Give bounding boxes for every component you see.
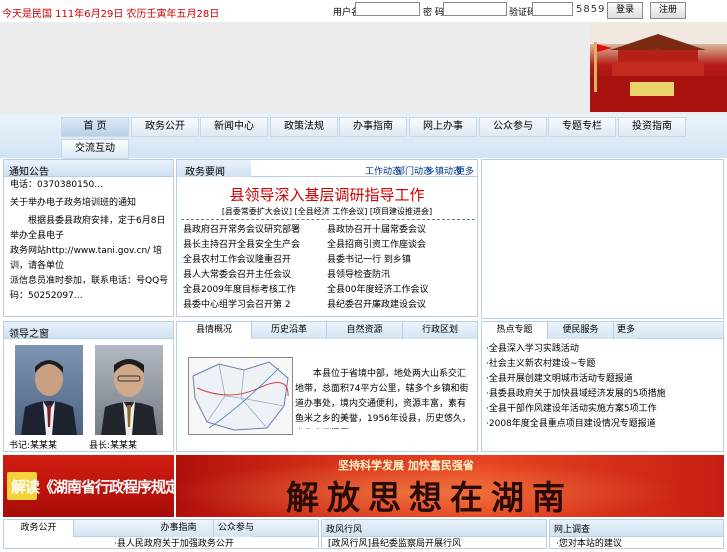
- hotlist-item[interactable]: ·县委县政府关于加快县域经济发展的5项措施: [486, 387, 721, 402]
- hotlist-list: ·全县深入学习实践活动 ·社会主义新农村建设~专题 ·全县开展创建文明城市活动专…: [486, 342, 721, 432]
- news-item[interactable]: 县委中心组学习会召开第 2: [183, 298, 323, 313]
- leader-portrait-2: [101, 359, 157, 435]
- nav-topics[interactable]: 专题专栏: [548, 117, 616, 137]
- nav-gov-affairs[interactable]: 政务公开: [131, 117, 199, 137]
- notice-header: 通知公告: [4, 160, 173, 178]
- bottom-left-tabs: 政务公开 办事指南 公众参与: [4, 520, 318, 537]
- bottom-right-header: 网上调查: [550, 520, 723, 537]
- tab-bottom-gov[interactable]: 政务公开: [4, 520, 74, 537]
- hotlist-panel: 热点专题 便民服务 更多 ·全县深入学习实践活动 ·社会主义新农村建设~专题 ·…: [481, 321, 724, 452]
- tab-bottom-guide[interactable]: 办事指南: [144, 520, 214, 537]
- leaders-title: 领导之窗: [9, 329, 49, 340]
- news-item[interactable]: 县人大常委会召开主任会议: [183, 268, 323, 283]
- nav-news-center[interactable]: 新闻中心: [200, 117, 268, 137]
- nav-interaction[interactable]: 交流互动: [61, 139, 129, 159]
- date-text: 今天是民国 111年6月29日 农历壬寅年五月28日: [2, 9, 220, 20]
- news-item[interactable]: 县领导检查防汛: [327, 268, 473, 283]
- tab-hot-topics[interactable]: 热点专题: [482, 322, 548, 339]
- password-input[interactable]: [443, 2, 507, 16]
- tab-districts[interactable]: 行政区划: [403, 322, 477, 339]
- hotlist-item[interactable]: ·2008年度全县重点项目建设情况专题报道: [486, 417, 721, 432]
- regulation-banner[interactable]: 解读《湖南省行政程序规定》: [3, 455, 174, 517]
- slogan-banner-title: 解放思想在湖南: [286, 478, 573, 517]
- tiananmen-graphic: [590, 22, 727, 112]
- hotlist-item[interactable]: ·全县干部作风建设年活动实施方案5项工作: [486, 402, 721, 417]
- news-item[interactable]: 县政协召开十届常委会议: [327, 223, 473, 238]
- county-map-graphic: [192, 361, 289, 431]
- news-item[interactable]: 县纪委召开廉政建设会议: [327, 298, 473, 313]
- hotlist-more-link[interactable]: 更多: [614, 322, 638, 339]
- news-title-tab[interactable]: 政务要闻: [177, 160, 251, 178]
- notice-panel: 通知公告 电话：0370380150… 关于举办电子政务培训班的通知 根据县委县…: [3, 159, 174, 317]
- notice-line[interactable]: 关于举办电子政务培训班的通知: [10, 196, 170, 211]
- leaders-header: 领导之窗: [4, 322, 173, 340]
- tiananmen-image: [590, 22, 727, 112]
- login-button[interactable]: 登录: [607, 2, 643, 19]
- hotlist-item[interactable]: ·全县深入学习实践活动: [486, 342, 721, 357]
- news-list-right: 县政协召开十届常委会议 全县招商引资工作座谈会 县委书记一行 到乡镇 县领导检查…: [327, 223, 473, 313]
- news-item[interactable]: 县长主持召开全县安全生产会: [183, 238, 323, 253]
- bottom-mid-header: 政风行风: [322, 520, 546, 537]
- news-item[interactable]: 全县2009年度目标考核工作: [183, 283, 323, 298]
- hotlist-item[interactable]: ·社会主义新农村建设~专题: [486, 357, 721, 372]
- overview-panel: 县情概况 历史沿革 自然资源 行政区划 本县位于省境中部，地处两大山系交汇地带，…: [176, 321, 478, 452]
- news-headline[interactable]: 县领导深入基层调研指导工作: [177, 184, 477, 205]
- leader-photo-1[interactable]: [15, 345, 83, 435]
- tab-history[interactable]: 历史沿革: [252, 322, 327, 339]
- bottom-mid-title: 政风行风: [326, 525, 363, 535]
- leader-photo-2[interactable]: [95, 345, 163, 435]
- news-title: 政务要闻: [185, 167, 225, 178]
- nav-policies[interactable]: 政策法规: [270, 117, 338, 137]
- nav-participation[interactable]: 公众参与: [479, 117, 547, 137]
- leader-caption-1[interactable]: 书记:某某某: [9, 438, 57, 451]
- notice-line[interactable]: 政务网站http://www.tani.gov.cn/ 培训，请各单位: [10, 244, 170, 274]
- hotlist-tabs: 热点专题 便民服务 更多: [482, 322, 723, 339]
- username-input[interactable]: [355, 2, 420, 16]
- media-panel: [481, 159, 724, 319]
- notice-line[interactable]: 根据县委县政府安排，定于6月8日举办全县电子: [10, 214, 170, 244]
- captcha-code: 5859: [576, 4, 606, 15]
- hotlist-item[interactable]: ·全县开展创建文明城市活动专题报道: [486, 372, 721, 387]
- regulation-banner-text: 解读《湖南省行政程序规定》: [11, 478, 174, 496]
- tab-convenience[interactable]: 便民服务: [548, 322, 614, 339]
- news-more-link[interactable]: 更多: [456, 164, 474, 177]
- slogan-banner[interactable]: 坚持科学发展 加快富民强省 解放思想在湖南: [176, 455, 724, 517]
- news-item[interactable]: 全县农村工作会议隆重召开: [183, 253, 323, 268]
- overview-tabs: 县情概况 历史沿革 自然资源 行政区划: [177, 322, 477, 339]
- nav-home[interactable]: 首 页: [61, 117, 129, 137]
- tab-overview[interactable]: 县情概况: [177, 322, 252, 339]
- notice-title: 通知公告: [9, 167, 49, 178]
- register-button[interactable]: 注册: [650, 2, 686, 19]
- notice-line[interactable]: 电话：0370380150…: [10, 178, 170, 193]
- news-panel: 政务要闻 工作动态 部门动态 乡镇动态 更多 县领导深入基层调研指导工作 [县委…: [176, 159, 478, 317]
- tab-resources[interactable]: 自然资源: [327, 322, 403, 339]
- overview-text: 本县位于省境中部，地处两大山系交汇地带，总面积74平方公里，辖多个乡镇和街道办事…: [295, 369, 471, 424]
- county-map[interactable]: [188, 357, 293, 435]
- nav-investment[interactable]: 投资指南: [618, 117, 686, 137]
- news-header: 政务要闻 工作动态 部门动态 乡镇动态 更多: [177, 160, 477, 178]
- leader-caption-2[interactable]: 县长:某某某: [89, 438, 137, 451]
- nav-online-service[interactable]: 网上办事: [409, 117, 477, 137]
- news-item[interactable]: 县政府召开常务会议研究部署: [183, 223, 323, 238]
- news-list-left: 县政府召开常务会议研究部署 县长主持召开全县安全生产会 全县农村工作会议隆重召开…: [183, 223, 323, 313]
- news-sublinks[interactable]: [县委常委扩大会议] [全县经济 工作会议] [项目建设推进会]: [177, 206, 477, 217]
- nav-guides[interactable]: 办事指南: [339, 117, 407, 137]
- news-divider: [181, 219, 475, 220]
- news-item[interactable]: 全县招商引资工作座谈会: [327, 238, 473, 253]
- captcha-input[interactable]: [532, 2, 573, 16]
- news-item[interactable]: 县委书记一行 到乡镇: [327, 253, 473, 268]
- news-item[interactable]: 全县00年度经济工作会议: [327, 283, 473, 298]
- notice-line[interactable]: 派信息员准时参加，联系电话：号QQ号码：50252097…: [10, 274, 170, 304]
- leader-portrait-1: [21, 360, 77, 435]
- notice-list: 电话：0370380150… 关于举办电子政务培训班的通知 根据县委县政府安排，…: [10, 178, 170, 304]
- bottom-right-title: 网上调查: [554, 525, 591, 535]
- tab-bottom-participation[interactable]: 公众参与: [214, 520, 254, 537]
- leaders-panel: 领导之窗 书记:某某某 县长:某某某: [3, 321, 174, 452]
